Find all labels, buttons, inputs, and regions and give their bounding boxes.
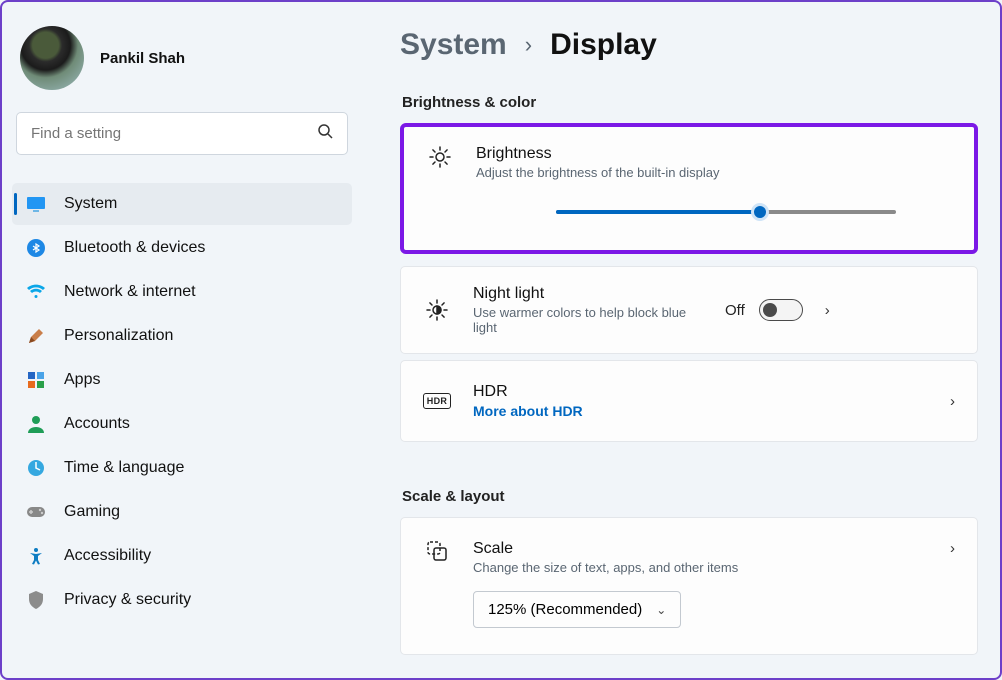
sun-icon xyxy=(426,145,454,169)
breadcrumb-parent[interactable]: System xyxy=(400,28,507,62)
night-light-toggle[interactable] xyxy=(759,299,803,321)
breadcrumb: System › Display xyxy=(400,28,978,62)
search-box[interactable] xyxy=(16,112,348,155)
profile-block[interactable]: Pankil Shah xyxy=(12,14,352,112)
gamepad-icon xyxy=(26,505,46,519)
section-heading-scale-layout: Scale & layout xyxy=(402,488,978,505)
shield-icon xyxy=(26,591,46,609)
avatar xyxy=(20,26,84,90)
scale-subtitle: Change the size of text, apps, and other… xyxy=(473,560,928,575)
system-icon xyxy=(26,196,46,212)
night-light-title: Night light xyxy=(473,285,703,303)
scale-icon xyxy=(423,540,451,562)
nav-label: Time & language xyxy=(64,459,184,477)
hdr-card[interactable]: HDR HDR More about HDR › xyxy=(400,360,978,442)
nav-item-privacy[interactable]: Privacy & security xyxy=(12,579,352,621)
nav-label: Accounts xyxy=(64,415,130,433)
chevron-down-icon: ⌄ xyxy=(656,603,666,617)
scale-title: Scale xyxy=(473,540,928,558)
scale-card[interactable]: Scale Change the size of text, apps, and… xyxy=(400,517,978,655)
nav-item-apps[interactable]: Apps xyxy=(12,359,352,401)
section-heading-brightness-color: Brightness & color xyxy=(402,94,978,111)
brightness-title: Brightness xyxy=(476,145,952,163)
nav-item-gaming[interactable]: Gaming xyxy=(12,491,352,533)
paintbrush-icon xyxy=(26,327,46,345)
profile-name: Pankil Shah xyxy=(100,50,185,67)
clock-globe-icon xyxy=(26,459,46,477)
nav-label: Network & internet xyxy=(64,283,196,301)
hdr-title: HDR xyxy=(473,383,928,401)
accessibility-icon xyxy=(26,547,46,565)
chevron-right-icon: › xyxy=(525,32,532,58)
night-light-card[interactable]: Night light Use warmer colors to help bl… xyxy=(400,266,978,354)
nav-item-accounts[interactable]: Accounts xyxy=(12,403,352,445)
nav-label: Personalization xyxy=(64,327,173,345)
chevron-right-icon[interactable]: › xyxy=(950,393,955,410)
chevron-right-icon[interactable]: › xyxy=(950,540,955,557)
scale-selected-value: 125% (Recommended) xyxy=(488,601,642,618)
nav-label: System xyxy=(64,195,117,213)
nav-item-system[interactable]: System xyxy=(12,183,352,225)
sidebar: Pankil Shah System Bluetooth & devices xyxy=(2,2,362,678)
hdr-icon: HDR xyxy=(423,393,451,409)
slider-thumb[interactable] xyxy=(751,203,769,221)
nav-label: Privacy & security xyxy=(64,591,191,609)
nav-label: Apps xyxy=(64,371,100,389)
nav-item-network[interactable]: Network & internet xyxy=(12,271,352,313)
nav: System Bluetooth & devices Network & int… xyxy=(12,183,352,621)
slider-fill xyxy=(556,210,760,214)
nav-item-time[interactable]: Time & language xyxy=(12,447,352,489)
search-icon xyxy=(317,123,333,144)
night-light-subtitle: Use warmer colors to help block blue lig… xyxy=(473,305,703,335)
hdr-more-link[interactable]: More about HDR xyxy=(473,403,928,419)
brightness-slider[interactable] xyxy=(556,204,896,220)
chevron-right-icon[interactable]: › xyxy=(825,302,830,319)
wifi-icon xyxy=(26,284,46,300)
scale-dropdown[interactable]: 125% (Recommended) ⌄ xyxy=(473,591,681,628)
page-title: Display xyxy=(550,28,657,62)
nav-label: Gaming xyxy=(64,503,120,521)
night-light-icon xyxy=(423,298,451,322)
bluetooth-icon xyxy=(26,239,46,257)
brightness-subtitle: Adjust the brightness of the built-in di… xyxy=(476,165,952,180)
main-content: System › Display Brightness & color Brig… xyxy=(362,2,1000,678)
night-light-state: Off xyxy=(725,302,745,319)
nav-label: Bluetooth & devices xyxy=(64,239,205,257)
search-input[interactable] xyxy=(31,125,317,142)
person-icon xyxy=(26,415,46,433)
nav-label: Accessibility xyxy=(64,547,151,565)
nav-item-personalization[interactable]: Personalization xyxy=(12,315,352,357)
brightness-card: Brightness Adjust the brightness of the … xyxy=(400,123,978,254)
apps-icon xyxy=(26,371,46,389)
nav-item-accessibility[interactable]: Accessibility xyxy=(12,535,352,577)
nav-item-bluetooth[interactable]: Bluetooth & devices xyxy=(12,227,352,269)
